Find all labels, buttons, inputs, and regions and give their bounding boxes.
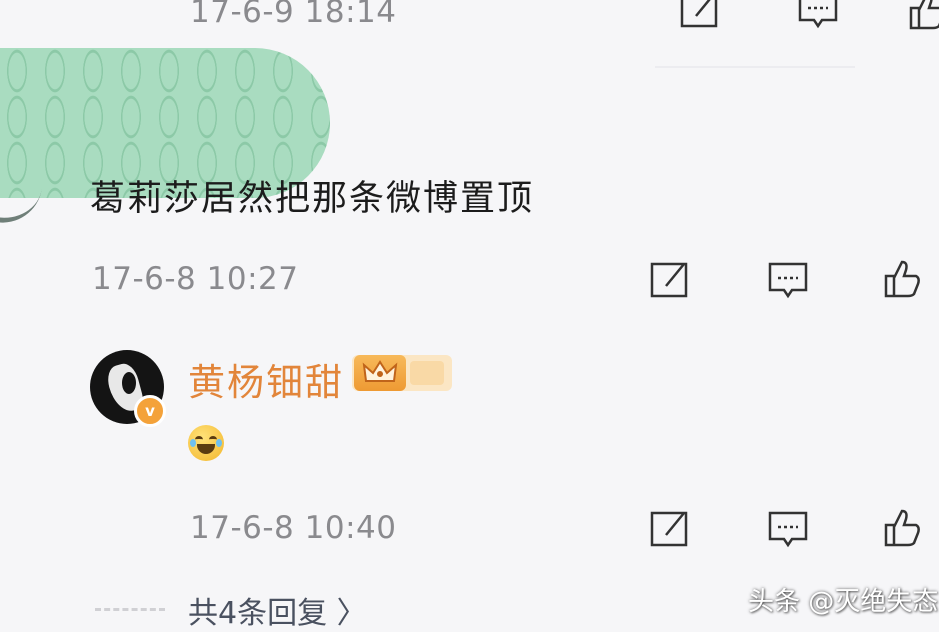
decorative-curve — [0, 166, 45, 229]
laughing-emoji-icon — [188, 425, 224, 461]
crown-icon — [354, 355, 406, 391]
watermark: 头条 @灭绝失态 — [748, 587, 939, 617]
timestamp-reply: 17-6-8 10:40 — [190, 510, 397, 546]
comment-icon[interactable] — [796, 0, 840, 32]
share-icon[interactable] — [648, 258, 692, 302]
view-replies-link[interactable]: 共4条回复 〉 — [188, 588, 367, 632]
verified-badge-icon: v — [134, 395, 166, 427]
avatar-figure-shadow — [122, 372, 136, 394]
like-icon[interactable] — [880, 505, 924, 549]
share-icon[interactable] — [678, 0, 722, 32]
comment-text: 葛莉莎居然把那条微博置顶 — [90, 179, 535, 219]
divider — [95, 608, 165, 611]
username[interactable]: 黄杨钿甜 — [188, 352, 344, 406]
comment-icon[interactable] — [766, 507, 810, 551]
share-icon[interactable] — [648, 507, 692, 551]
timestamp-previous: 17-6-9 18:14 — [190, 0, 397, 30]
like-icon[interactable] — [905, 0, 939, 32]
member-badge — [352, 355, 452, 391]
comment-icon[interactable] — [766, 258, 810, 302]
like-icon[interactable] — [880, 256, 924, 300]
member-level-tag — [410, 361, 444, 385]
timestamp-comment: 17-6-8 10:27 — [92, 261, 299, 297]
divider — [655, 66, 855, 68]
